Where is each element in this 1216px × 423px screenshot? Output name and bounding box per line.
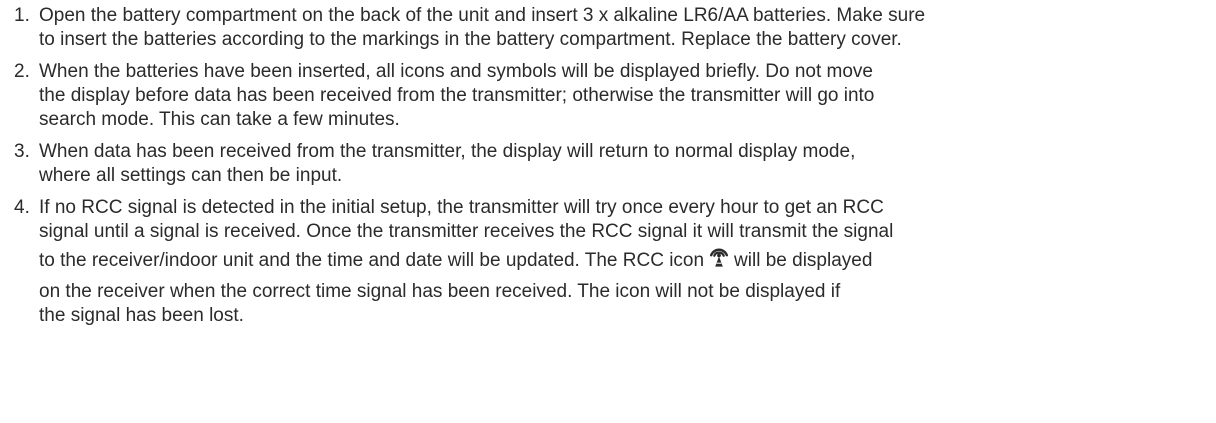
step-line: Open the battery compartment on the back… <box>39 5 926 26</box>
instruction-document: 1. Open the battery compartment on the b… <box>0 0 1216 423</box>
step-line: to insert the batteries according to the… <box>39 29 902 50</box>
step-line: signal until a signal is received. Once … <box>39 221 894 242</box>
step-line-text: to the receiver/indoor unit and the time… <box>39 250 705 271</box>
step-line: When data has been received from the tra… <box>39 141 856 162</box>
rcc-signal-tower-icon <box>708 246 730 280</box>
step-text: Open the battery compartment on the back… <box>39 4 1211 52</box>
step-text: If no RCC signal is detected in the init… <box>39 196 1211 328</box>
step-number: 2. <box>14 61 30 82</box>
step-number: 1. <box>14 5 30 26</box>
step-number: 3. <box>14 141 30 162</box>
step-text: When data has been received from the tra… <box>39 140 1211 188</box>
step-line: where all settings can then be input. <box>39 165 343 186</box>
step-line: When the batteries have been inserted, a… <box>39 61 873 82</box>
step-line: on the receiver when the correct time si… <box>39 281 841 302</box>
step-line: the display before data has been receive… <box>39 85 875 106</box>
step-line-with-icon: to the receiver/indoor unit and the time… <box>39 244 1211 280</box>
step-line: search mode. This can take a few minutes… <box>39 109 400 130</box>
step-line: the signal has been lost. <box>39 305 244 326</box>
step-text: When the batteries have been inserted, a… <box>39 60 1211 132</box>
step-line-text: will be displayed <box>734 250 873 271</box>
step-line: If no RCC signal is detected in the init… <box>39 197 884 218</box>
step-number: 4. <box>14 197 30 218</box>
